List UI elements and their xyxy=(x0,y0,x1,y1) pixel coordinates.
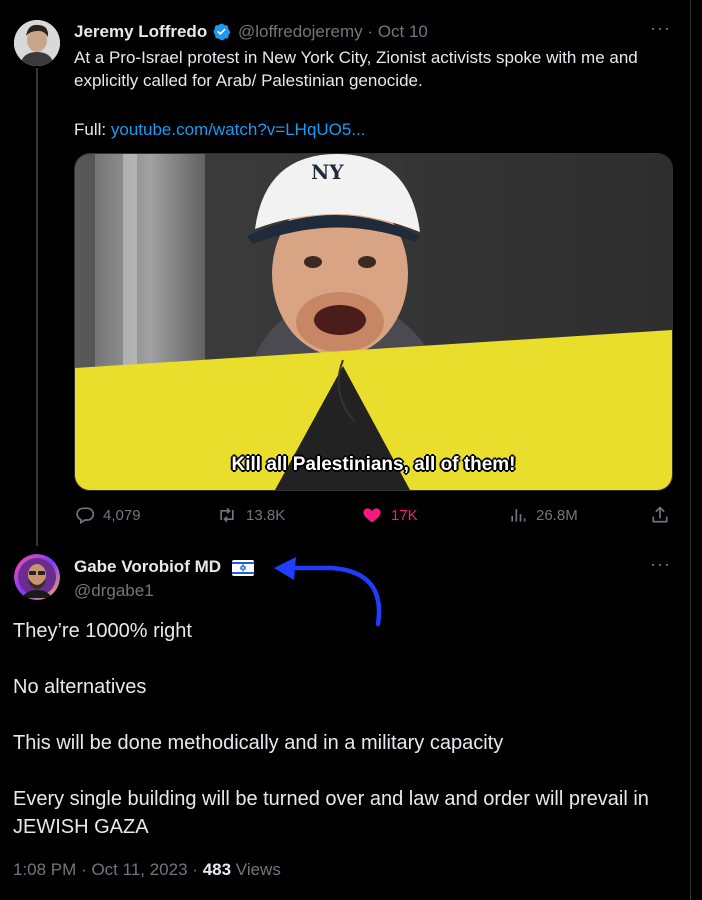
reply-views-label: Views xyxy=(235,860,281,879)
retweet-icon xyxy=(216,505,238,525)
reply-icon xyxy=(75,505,95,525)
like-icon xyxy=(361,505,383,525)
reply-paragraph: No alternatives xyxy=(13,676,147,698)
reply-more-options-button[interactable]: ··· xyxy=(650,554,671,575)
reply-time[interactable]: 1:08 PM xyxy=(13,860,76,879)
retweet-count: 13.8K xyxy=(246,506,286,524)
timeline-border xyxy=(690,0,691,900)
israel-flag-icon xyxy=(232,560,254,581)
reply-paragraph: Every single building will be turned ove… xyxy=(13,788,649,838)
video-caption: Kill all Palestinians, all of them! xyxy=(231,454,516,475)
cap-logo: NY xyxy=(311,160,344,184)
reply-button[interactable]: 4,079 xyxy=(75,505,141,525)
tweet-date[interactable]: Oct 10 xyxy=(378,22,428,41)
verified-badge-icon xyxy=(212,22,231,46)
reply-meta: 1:08 PM · Oct 11, 2023 · 483 Views xyxy=(13,860,281,880)
reply-author-name[interactable]: Gabe Vorobiof MD xyxy=(74,557,221,577)
more-options-button[interactable]: ··· xyxy=(650,18,671,39)
reply-count: 4,079 xyxy=(103,506,141,524)
reply-views-count: 483 xyxy=(202,860,232,879)
meta-separator: · xyxy=(192,860,198,879)
reply-paragraph: They’re 1000% right xyxy=(13,620,192,642)
author-name[interactable]: Jeremy Loffredo xyxy=(74,22,207,42)
views-button[interactable]: 26.8M xyxy=(508,505,578,525)
video-frame xyxy=(75,154,672,490)
share-icon xyxy=(650,505,670,525)
reply-author-name-text[interactable]: Gabe Vorobiof MD xyxy=(74,557,221,576)
views-count: 26.8M xyxy=(536,506,578,524)
youtube-link[interactable]: youtube.com/watch?v=LHqUO5... xyxy=(111,120,366,139)
tweet-text: At a Pro-Israel protest in New York City… xyxy=(74,48,638,90)
share-button[interactable] xyxy=(650,505,670,525)
views-icon xyxy=(508,505,528,525)
author-name-text[interactable]: Jeremy Loffredo xyxy=(74,22,207,41)
thread-connector xyxy=(36,68,38,546)
video-thumbnail[interactable]: NY Kill all Palestinians, all of them! xyxy=(74,153,673,491)
reply-paragraph: This will be done methodically and in a … xyxy=(13,732,504,754)
author-handle[interactable]: @loffredojeremy xyxy=(238,22,363,41)
full-label: Full: xyxy=(74,120,107,139)
retweet-button[interactable]: 13.8K xyxy=(216,505,285,525)
meta-separator: · xyxy=(367,22,374,41)
gabe-avatar[interactable] xyxy=(14,554,60,600)
like-count: 17K xyxy=(391,506,418,524)
tweet-meta: @loffredojeremy · Oct 10 xyxy=(238,22,428,42)
jeremy-avatar[interactable] xyxy=(14,20,60,66)
full-link-line: Full: youtube.com/watch?v=LHqUO5... xyxy=(74,118,684,141)
like-button[interactable]: 17K xyxy=(361,505,418,525)
reply-handle[interactable]: @drgabe1 xyxy=(74,581,154,601)
meta-separator: · xyxy=(81,860,87,879)
reply-date[interactable]: Oct 11, 2023 xyxy=(91,860,187,879)
